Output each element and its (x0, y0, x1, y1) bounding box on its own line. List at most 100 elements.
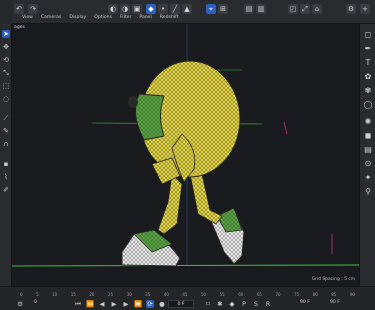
menu-view[interactable]: View (22, 15, 33, 20)
model-mode-icon[interactable]: ◆ (146, 4, 156, 14)
poly-pen-icon[interactable]: ✐ (2, 186, 10, 194)
deformer-icon[interactable]: ✾ (363, 85, 373, 95)
end-frame-value[interactable]: 90 F (330, 300, 340, 305)
top-left-strip (0, 0, 12, 24)
top-toolbar: ↶ ↷ ◐ ◑ ▣ ◆ • ╱ ▲ ⌖ ⊞ ▤ ▥ ◰ ⤢ ⌂ ⚙ + View… (0, 0, 375, 24)
mouth (134, 93, 165, 141)
live-select-icon[interactable]: ◌ (2, 95, 10, 103)
tag-icon[interactable]: ▤ (363, 144, 373, 154)
right-toolbar: ◻ ✒ T ✿ ✾ ◯ ✺ ◼ ▤ ⊙ ✦ ⚲ (359, 24, 375, 286)
tick-label: 60 (238, 292, 244, 297)
viewport-split-icon[interactable]: ▥ (256, 4, 266, 14)
menu-redshift[interactable]: Redshift (160, 15, 179, 20)
maximize-icon[interactable]: ⤢ (300, 4, 310, 14)
brush-icon[interactable]: ✎ (2, 127, 10, 135)
select-icon[interactable]: ⬚ (2, 82, 10, 90)
scene[interactable] (12, 24, 359, 286)
tick-label: 40 (163, 292, 169, 297)
prev-frame-icon[interactable]: ◀ (98, 300, 106, 308)
render-view-icon[interactable]: ◐ (108, 4, 118, 14)
timeline-ruler[interactable]: 0 5 10 15 20 25 30 35 40 45 50 55 60 65 … (20, 292, 355, 299)
tick-label: 15 (70, 292, 76, 297)
play-icon[interactable]: ▶ (110, 300, 118, 308)
menu-panel[interactable]: Panel (139, 15, 151, 20)
cursor-icon[interactable]: ➤ (2, 30, 10, 38)
tick-label: 45 (182, 292, 188, 297)
marker-icon[interactable]: ⚲ (363, 186, 373, 196)
pos-key-icon[interactable]: P (240, 300, 248, 308)
move-icon[interactable]: ✥ (2, 43, 10, 51)
light-icon[interactable]: ✺ (363, 116, 373, 126)
viewport-menu: View Cameras Display Options Filter Pane… (22, 15, 178, 20)
next-frame-icon[interactable]: ▶ (122, 300, 130, 308)
3d-viewport[interactable]: ages Grid Spacing: 5 cm (12, 24, 359, 286)
sphere-icon[interactable]: ◯ (363, 99, 373, 109)
loop-icon[interactable]: ⟳ (146, 300, 154, 308)
rotate-icon[interactable]: ⟲ (2, 56, 10, 64)
grid-spacing-label: Grid Spacing : 5 cm (311, 277, 355, 282)
settings-icon[interactable]: ⚙ (346, 4, 356, 14)
next-key-icon[interactable]: ⏩ (134, 300, 142, 308)
picture-viewer-icon[interactable]: ▣ (132, 4, 142, 14)
points-mode-icon[interactable]: • (158, 4, 168, 14)
keyframe-icon[interactable]: ◆ (228, 300, 236, 308)
tick-label: 30 (126, 292, 132, 297)
menu-cameras[interactable]: Cameras (41, 15, 61, 20)
polygons-mode-icon[interactable]: ▲ (182, 4, 192, 14)
tick-label: 85 (331, 292, 337, 297)
go-start-icon[interactable]: ⏮ (74, 300, 82, 308)
eyedropper-icon[interactable]: ⌇ (2, 173, 10, 181)
cloner-icon[interactable]: ✿ (363, 71, 373, 81)
camera-icon[interactable]: ◼ (363, 130, 373, 140)
layout-icon[interactable]: ▤ (244, 4, 254, 14)
text-icon[interactable]: T (363, 57, 373, 67)
render-icon[interactable]: ⊙ (363, 158, 373, 168)
redo-icon[interactable]: ↷ (28, 4, 38, 14)
workplane-icon[interactable]: ⊞ (218, 4, 228, 14)
tick-label: 80 (312, 292, 318, 297)
scale-key-icon[interactable]: S (252, 300, 260, 308)
paint-icon[interactable]: ▪ (2, 160, 10, 168)
tick-label: 55 (219, 292, 225, 297)
undo-icon[interactable]: ↶ (14, 4, 24, 14)
right-leg (189, 173, 223, 225)
pen-icon[interactable]: ✒ (363, 43, 373, 53)
new-tab-icon[interactable]: + (360, 4, 370, 14)
cube-icon[interactable]: ◻ (363, 29, 373, 39)
right-frame-value[interactable]: 90 F (300, 300, 310, 305)
panel-icon[interactable]: ◰ (288, 4, 298, 14)
grid-horizon-line (12, 264, 359, 267)
key-icon[interactable]: ⌑ (204, 300, 212, 308)
timeline: 0 5 10 15 20 25 30 35 40 45 50 55 60 65 … (0, 286, 375, 310)
tick-label: 20 (89, 292, 95, 297)
camera-view-icon[interactable]: ⌂ (312, 4, 322, 14)
settings-icon[interactable]: ⚙ (16, 300, 24, 308)
current-frame-field[interactable]: 0 F (168, 300, 194, 308)
autokey-icon[interactable]: ✱ (216, 300, 224, 308)
record-icon[interactable]: ● (158, 300, 166, 308)
magnet-icon[interactable]: ∩ (2, 140, 10, 148)
tick-label: 90 (349, 292, 355, 297)
rot-key-icon[interactable]: R (264, 300, 272, 308)
tick-label: 0 (20, 292, 23, 297)
tick-label: 70 (275, 292, 281, 297)
render-settings-icon[interactable]: ◑ (120, 4, 130, 14)
tick-label: 65 (256, 292, 262, 297)
red-guide (283, 121, 288, 135)
menu-display[interactable]: Display (69, 15, 86, 20)
menu-options[interactable]: Options (94, 15, 112, 20)
tick-label: 5 (36, 292, 39, 297)
menu-filter[interactable]: Filter (120, 15, 131, 20)
eye (128, 96, 138, 108)
left-toolbar: ➤ ✥ ⟲ ⤡ ⬚ ◌ ⟋ ✎ ∩ ▪ ⌇ ✐ (0, 24, 12, 286)
knife-icon[interactable]: ⟋ (2, 114, 10, 122)
field-icon[interactable]: ✦ (363, 172, 373, 182)
tick-label: 10 (52, 292, 58, 297)
edges-mode-icon[interactable]: ╱ (170, 4, 180, 14)
snap-icon[interactable]: ⌖ (206, 4, 216, 14)
tick-label: 25 (107, 292, 114, 297)
scale-icon[interactable]: ⤡ (2, 69, 10, 77)
tick-label: 35 (145, 292, 151, 297)
left-frame-value[interactable]: 0 (34, 300, 37, 305)
prev-key-icon[interactable]: ⏪ (86, 300, 94, 308)
